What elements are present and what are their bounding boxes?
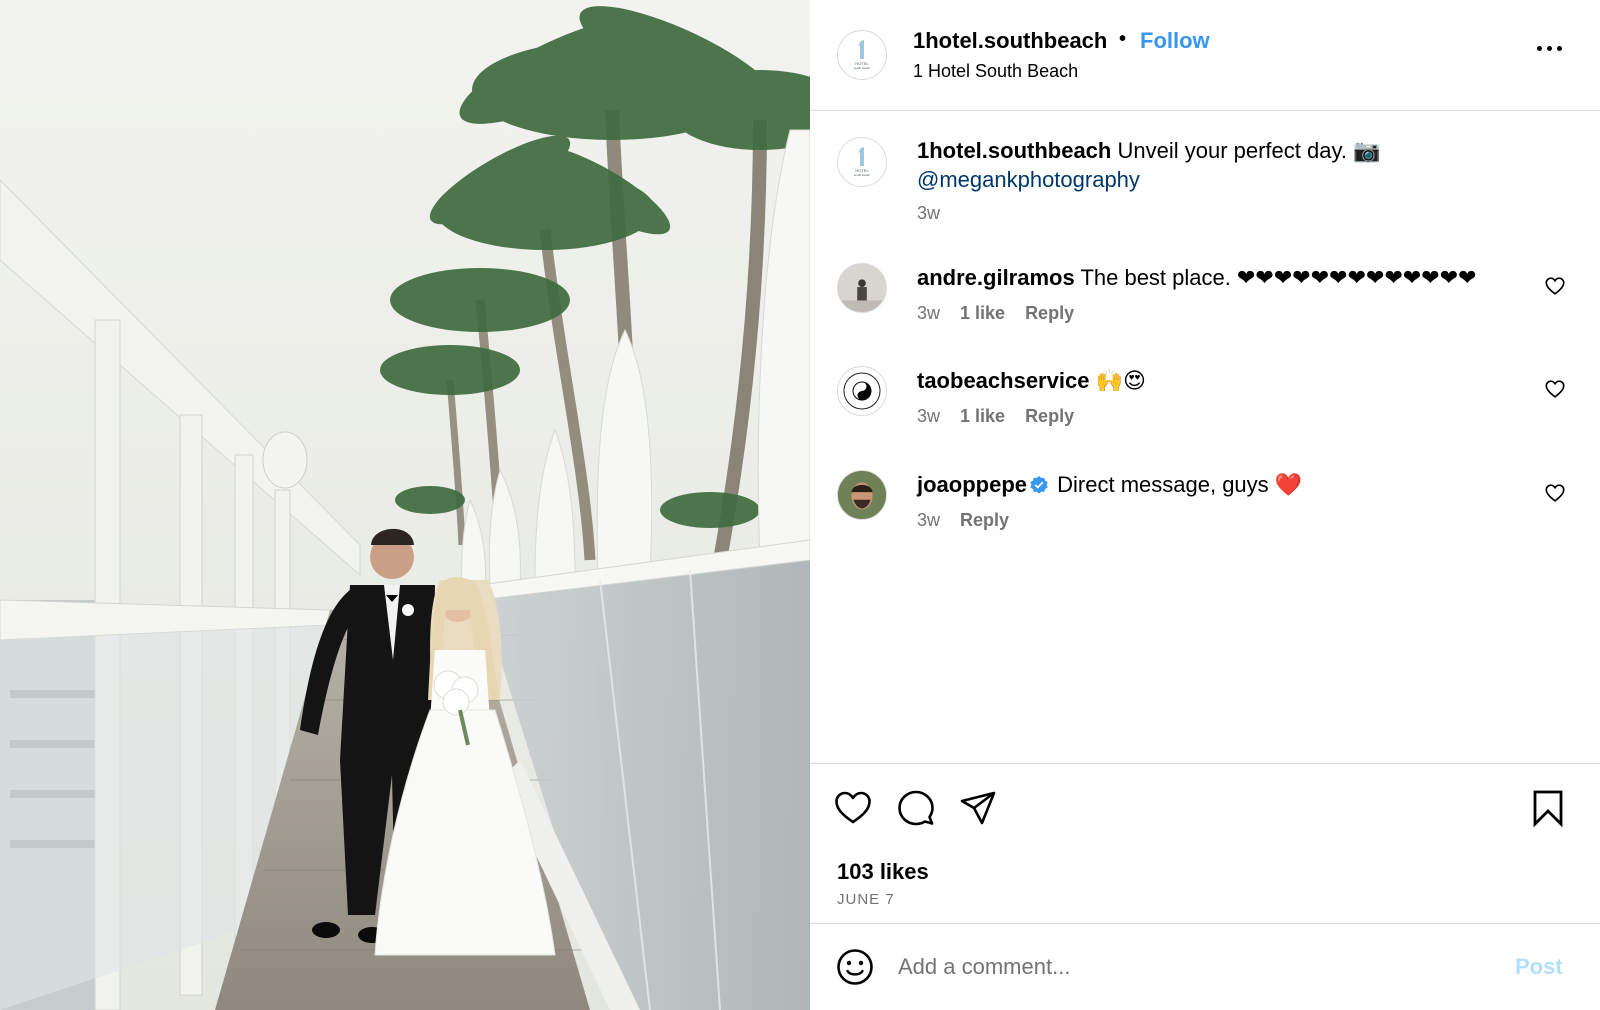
comment-username[interactable]: joaoppepe [917, 472, 1027, 497]
comment-text: The best place. ❤❤❤❤❤❤❤❤❤❤❤❤❤ [1080, 265, 1477, 290]
location-link[interactable]: 1 Hotel South Beach [913, 61, 1078, 82]
comment-like-heart-icon[interactable] [1544, 378, 1566, 400]
comment-input[interactable] [898, 946, 1478, 988]
caption-text-block: 1hotel.southbeach Unveil your perfect da… [917, 136, 1477, 194]
user-photo-icon [838, 471, 886, 519]
1-hotel-logo-icon: HOTEL south beach [854, 40, 871, 70]
comment-avatar[interactable] [837, 263, 887, 313]
comment-likes[interactable]: 1 like [960, 303, 1005, 324]
follow-button[interactable]: Follow [1140, 28, 1210, 54]
comment-reply-button[interactable]: Reply [960, 510, 1009, 531]
post-header: HOTEL south beach 1hotel.southbeach • Fo… [810, 0, 1600, 111]
svg-text:south beach: south beach [854, 173, 871, 177]
comment-text-line: taobeachservice 🙌😍 [917, 366, 1146, 395]
comment-bubble-icon[interactable] [896, 788, 936, 828]
emoji-smiley-icon[interactable] [835, 947, 875, 987]
instagram-post-viewer: HOTEL south beach 1hotel.southbeach • Fo… [0, 0, 1600, 1010]
caption-mention-link[interactable]: @megankphotography [917, 167, 1140, 192]
yin-yang-logo-icon [843, 372, 881, 410]
like-heart-icon[interactable] [833, 788, 873, 828]
post-actions-bar: 103 likes JUNE 7 [810, 763, 1600, 923]
comment-username[interactable]: taobeachservice [917, 368, 1089, 393]
user-photo-icon [838, 264, 886, 312]
comment-text-line: joaoppepe Direct message, guys ❤️ [917, 470, 1302, 499]
comment-item: andre.gilramos The best place. ❤❤❤❤❤❤❤❤❤… [810, 263, 1600, 353]
comment-item: taobeachservice 🙌😍 3w 1 like Reply [810, 366, 1600, 456]
post-comment-button[interactable]: Post [1515, 954, 1563, 980]
share-paper-plane-icon[interactable] [958, 788, 998, 828]
wedding-photo [0, 0, 810, 1010]
comment-avatar[interactable] [837, 366, 887, 416]
caption-avatar[interactable]: HOTEL south beach [837, 137, 887, 187]
post-photo[interactable] [0, 0, 810, 1010]
caption-text: Unveil your perfect day. 📷 [1117, 138, 1381, 163]
comment-time[interactable]: 3w [917, 510, 940, 531]
header-separator: • [1119, 28, 1127, 50]
comment-like-heart-icon[interactable] [1544, 275, 1566, 297]
comment-meta: 3w Reply [917, 510, 1009, 531]
comment-avatar[interactable] [837, 470, 887, 520]
comment-username[interactable]: andre.gilramos [917, 265, 1075, 290]
comment-item: joaoppepe Direct message, guys ❤️ 3w Rep… [810, 470, 1600, 560]
comment-like-heart-icon[interactable] [1544, 482, 1566, 504]
likes-count[interactable]: 103 likes [837, 859, 929, 885]
more-options-icon[interactable] [1537, 38, 1567, 58]
header-username[interactable]: 1hotel.southbeach [913, 28, 1107, 54]
comment-meta: 3w 1 like Reply [917, 406, 1074, 427]
comment-reply-button[interactable]: Reply [1025, 406, 1074, 427]
comment-meta: 3w 1 like Reply [917, 303, 1074, 324]
caption-username[interactable]: 1hotel.southbeach [917, 138, 1111, 163]
comment-time[interactable]: 3w [917, 303, 940, 324]
caption-timestamp[interactable]: 3w [917, 203, 940, 224]
comment-text: Direct message, guys ❤️ [1057, 472, 1303, 497]
account-avatar[interactable]: HOTEL south beach [837, 30, 887, 80]
svg-text:south beach: south beach [854, 66, 871, 70]
comment-text: 🙌😍 [1095, 368, 1146, 393]
save-bookmark-icon[interactable] [1528, 788, 1568, 828]
comment-text-line: andre.gilramos The best place. ❤❤❤❤❤❤❤❤❤… [917, 263, 1477, 292]
comment-likes[interactable]: 1 like [960, 406, 1005, 427]
comment-composer: Post [810, 923, 1600, 1010]
comment-reply-button[interactable]: Reply [1025, 303, 1074, 324]
verified-badge-icon [1030, 476, 1048, 494]
post-details-panel: HOTEL south beach 1hotel.southbeach • Fo… [810, 0, 1600, 1010]
comment-time[interactable]: 3w [917, 406, 940, 427]
post-date[interactable]: JUNE 7 [837, 891, 895, 908]
1-hotel-logo-icon: HOTEL south beach [854, 147, 871, 177]
